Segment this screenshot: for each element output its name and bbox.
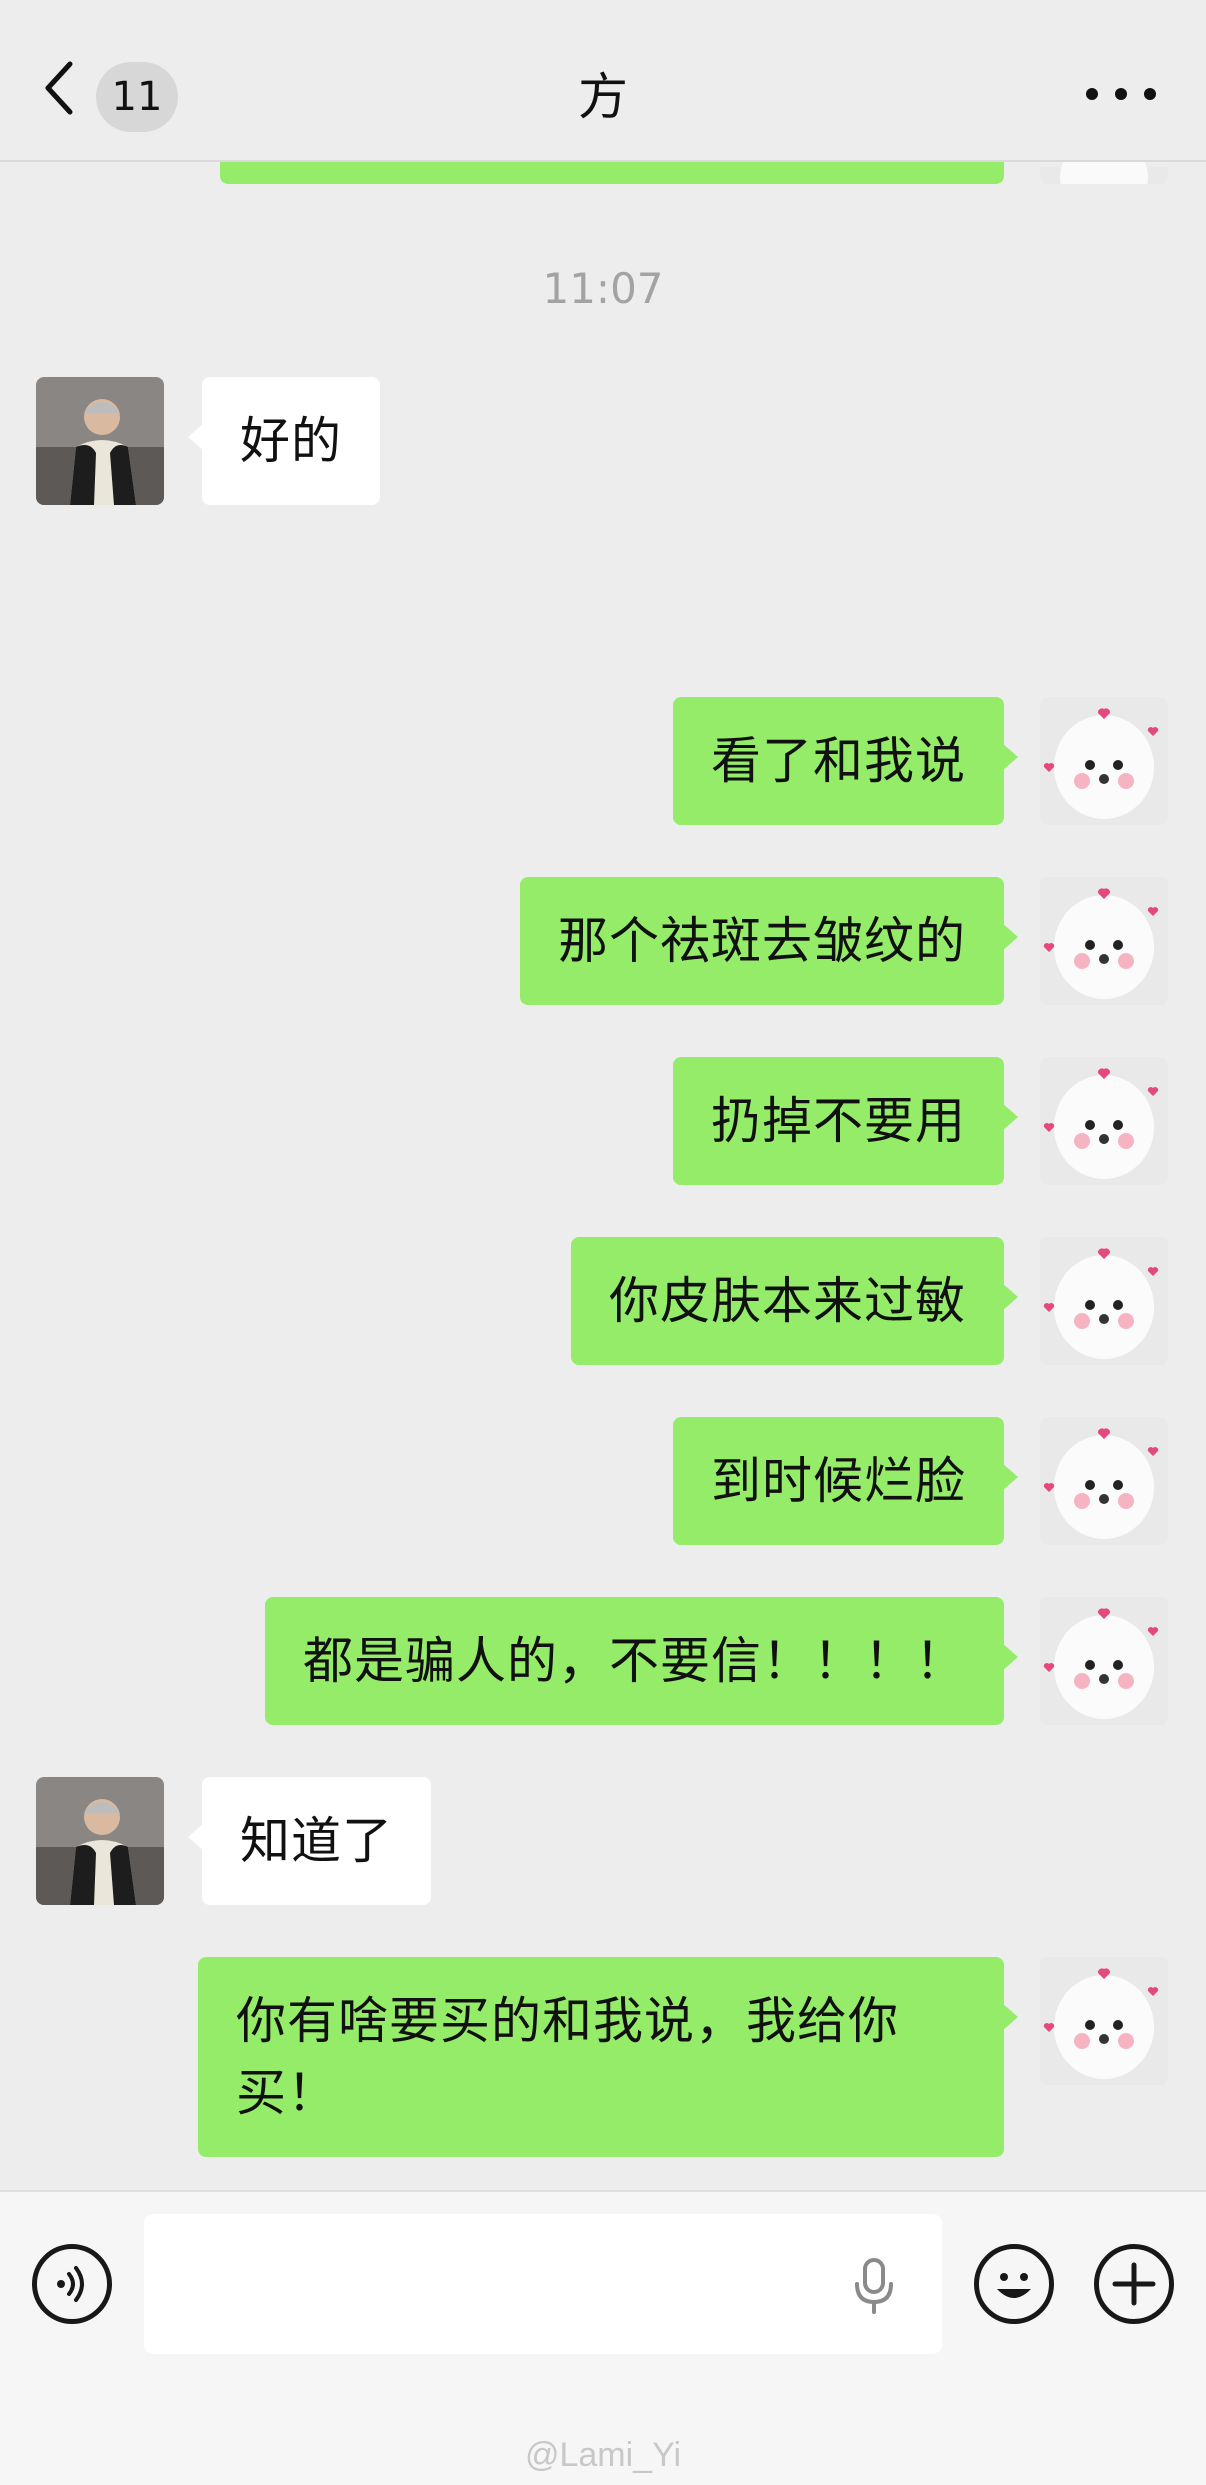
more-dots-icon[interactable] bbox=[1086, 74, 1156, 114]
message-bubble-received[interactable]: 好的 bbox=[188, 377, 380, 505]
message-timestamp: 11:07 bbox=[542, 264, 664, 313]
my-avatar[interactable] bbox=[1040, 160, 1168, 184]
plus-icon[interactable] bbox=[1094, 2244, 1174, 2324]
chat-message-list[interactable]: 11:07 好的 看了和我说 那个祛斑去皱纹的 扔掉不要用 你皮肤本来过敏 到时… bbox=[0, 160, 1206, 2190]
watermark: @Lami_Yi bbox=[524, 2436, 682, 2474]
message-bubble-sent[interactable]: 那个祛斑去皱纹的 bbox=[520, 877, 1018, 1005]
my-avatar[interactable] bbox=[1040, 1957, 1168, 2085]
message-input[interactable] bbox=[144, 2214, 942, 2354]
my-avatar[interactable] bbox=[1040, 1057, 1168, 1185]
emoji-icon[interactable] bbox=[974, 2244, 1054, 2324]
my-avatar[interactable] bbox=[1040, 1237, 1168, 1365]
message-bubble-sent[interactable]: 扔掉不要用 bbox=[673, 1057, 1018, 1185]
message-bubble-sent[interactable]: 看了和我说 bbox=[673, 697, 1018, 825]
message-bubble-sent[interactable]: 你皮肤本来过敏 bbox=[571, 1237, 1018, 1365]
partial-message-bubble bbox=[220, 160, 1004, 184]
input-bar: @Lami_Yi bbox=[0, 2190, 1206, 2485]
my-avatar[interactable] bbox=[1040, 1597, 1168, 1725]
message-bubble-sent[interactable]: 你有啥要买的和我说，我给你买！ bbox=[198, 1957, 1018, 2157]
microphone-icon[interactable] bbox=[852, 2256, 896, 2316]
my-avatar[interactable] bbox=[1040, 877, 1168, 1005]
contact-avatar[interactable] bbox=[36, 377, 164, 505]
message-bubble-received[interactable]: 知道了 bbox=[188, 1777, 431, 1905]
contact-avatar[interactable] bbox=[36, 1777, 164, 1905]
voice-icon[interactable] bbox=[32, 2244, 112, 2324]
message-bubble-sent[interactable]: 都是骗人的，不要信！！！！ bbox=[265, 1597, 1018, 1725]
my-avatar[interactable] bbox=[1040, 1417, 1168, 1545]
my-avatar[interactable] bbox=[1040, 697, 1168, 825]
chat-header: 11 方 bbox=[0, 0, 1206, 162]
chat-title: 方 bbox=[578, 68, 628, 126]
message-bubble-sent[interactable]: 到时候烂脸 bbox=[673, 1417, 1018, 1545]
